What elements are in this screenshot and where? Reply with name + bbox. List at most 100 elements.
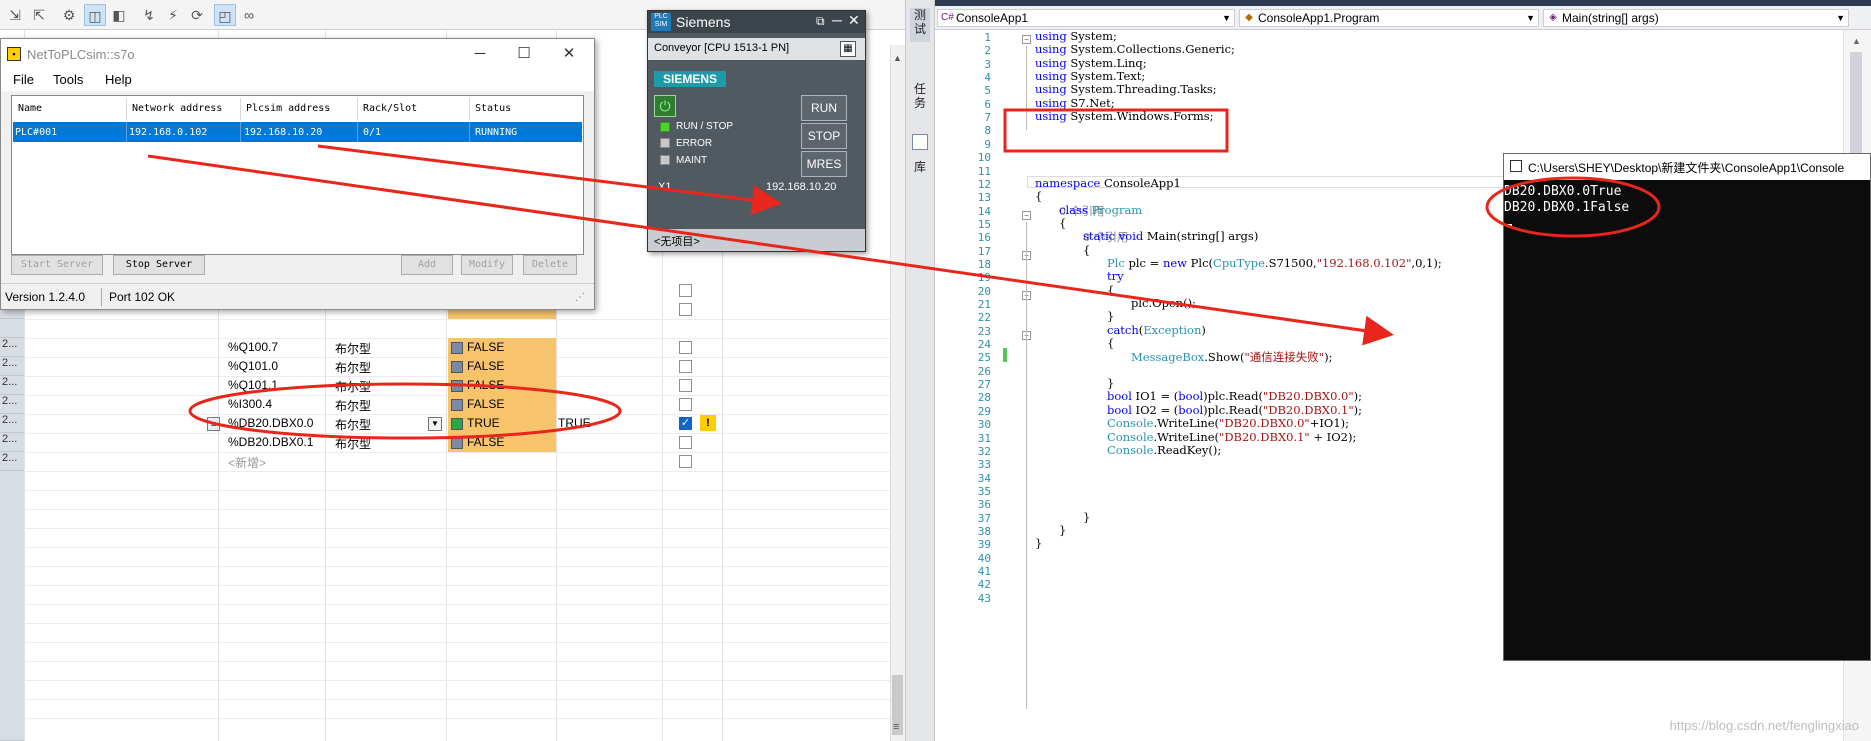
console-output-line: DB20.DBX0.1False (1504, 200, 1630, 215)
row-header[interactable]: 2... (0, 395, 24, 414)
column-network-address[interactable]: Network address (132, 103, 222, 114)
row-checkbox[interactable] (679, 379, 692, 392)
row-checkbox[interactable] (679, 360, 692, 373)
modify-trigger-icon[interactable]: ⚡ (162, 4, 184, 26)
modify-now-icon[interactable]: ⚙ (58, 4, 80, 26)
row-header[interactable]: 2... (0, 433, 24, 452)
maximize-icon[interactable]: ☐ (509, 43, 539, 65)
start-server-button[interactable]: Start Server (11, 255, 103, 275)
row-checkbox[interactable] (679, 455, 692, 468)
watch-table-scrollbar[interactable]: ▲ ≡ (890, 45, 905, 741)
menu-help[interactable]: Help (105, 72, 132, 87)
member-combo[interactable]: ◈ Main(string[] args) ▼ (1543, 9, 1849, 27)
restore-icon[interactable]: ⧉ (816, 14, 825, 29)
modify-value-cell[interactable]: TRUE (558, 416, 591, 430)
address-cell[interactable]: %I300.4 (228, 397, 272, 411)
add-button[interactable]: Add (401, 255, 453, 275)
resize-grip-icon[interactable]: ⋰ (575, 292, 585, 303)
plcsim-panel: PLC SIM Siemens ⧉ ─ ✕ Conveyor [CPU 1513… (647, 10, 866, 252)
display-format-cell[interactable]: 布尔型 (335, 378, 371, 395)
column-rack-slot[interactable]: Rack/Slot (363, 103, 417, 114)
glasses-icon[interactable]: ∞ (238, 4, 260, 26)
side-tab-test[interactable]: 测试 (910, 8, 930, 42)
status-bar: Version 1.2.4.0 Port 102 OK ⋰ (1, 283, 594, 309)
address-cell[interactable]: %Q101.1 (228, 378, 278, 392)
close-icon[interactable]: ✕ (848, 12, 860, 29)
column-name[interactable]: Name (18, 103, 42, 114)
version-label: Version 1.2.4.0 (5, 290, 86, 304)
add-row-icon[interactable]: ⇱ (28, 4, 50, 26)
project-combo[interactable]: C# ConsoleApp1 ▼ (937, 9, 1235, 27)
display-format-cell[interactable]: 布尔型 (335, 359, 371, 376)
address-cell[interactable]: %DB20.DBX0.0 (228, 416, 313, 430)
stop-button[interactable]: STOP (801, 123, 847, 149)
code-line: namespace ConsoleApp1 (1035, 175, 1181, 190)
close-icon[interactable]: ✕ (554, 43, 584, 65)
row-header[interactable]: 2... (0, 376, 24, 395)
modify-value-icon[interactable]: ↯ (138, 4, 160, 26)
code-line: Plc plc = new Plc(CpuType.S71500,"192.16… (1107, 255, 1442, 270)
row-header[interactable]: 2... (0, 452, 24, 471)
warning-icon: ! (700, 415, 716, 431)
row-header[interactable]: 2... (0, 357, 24, 376)
row-edit-icon[interactable]: ≡ (207, 417, 220, 431)
code-line: } (1059, 522, 1067, 537)
row-checkbox[interactable] (679, 284, 692, 297)
monitor-value: TRUE (467, 416, 500, 430)
modify-button[interactable]: Modify (461, 255, 513, 275)
line-number: 42 (977, 578, 991, 592)
monitor-state-icon (451, 361, 463, 373)
code-line: using System.Windows.Forms; (1035, 109, 1214, 124)
add-new-row[interactable]: <新增> (228, 454, 266, 471)
type-combo[interactable]: ◆ ConsoleApp1.Program ▼ (1239, 9, 1539, 27)
power-icon[interactable]: ⏻ (654, 95, 676, 117)
address-cell[interactable]: %DB20.DBX0.1 (228, 435, 313, 449)
row-checkbox-checked[interactable]: ✓ (679, 417, 692, 430)
monitor-value: FALSE (467, 435, 505, 449)
menu-tools[interactable]: Tools (53, 72, 83, 87)
side-tab-libraries[interactable]: 库 (910, 160, 930, 180)
monitor-once-icon[interactable]: ◧ (108, 4, 130, 26)
row-checkbox[interactable] (679, 436, 692, 449)
code-line: { (1059, 215, 1067, 230)
code-line: { (1035, 189, 1043, 204)
row-header[interactable]: 2... (0, 414, 24, 433)
display-format-cell[interactable]: 布尔型 (335, 340, 371, 357)
display-format-cell[interactable]: 布尔型 (335, 397, 371, 414)
display-format-cell[interactable]: 布尔型 (335, 416, 371, 433)
row-checkbox[interactable] (679, 303, 692, 316)
panel-view-icon[interactable]: ▦ (840, 41, 856, 57)
menu-file[interactable]: File (13, 72, 34, 87)
console-titlebar[interactable]: C:\Users\SHEY\Desktop\新建文件夹\ConsoleApp1\… (1504, 154, 1870, 180)
side-tab-tasks[interactable]: 任务 (910, 82, 930, 116)
delete-button[interactable]: Delete (523, 255, 577, 275)
server-list[interactable]: Name Network address Plcsim address Rack… (11, 95, 584, 255)
plcsim-titlebar[interactable]: PLC SIM Siemens ⧉ ─ ✕ (648, 11, 865, 33)
display-format-cell[interactable]: 布尔型 (335, 435, 371, 452)
column-status[interactable]: Status (475, 103, 511, 114)
stop-server-button[interactable]: Stop Server (113, 255, 205, 275)
address-cell[interactable]: %Q101.0 (228, 359, 278, 373)
library-icon[interactable] (912, 134, 928, 150)
column-plcsim-address[interactable]: Plcsim address (246, 103, 330, 114)
minimize-icon[interactable]: ─ (832, 12, 842, 28)
code-line: using System.Collections.Generic; (1035, 42, 1235, 57)
show-all-icon[interactable]: ◰ (214, 4, 236, 26)
row-checkbox[interactable] (679, 398, 692, 411)
code-line: bool IO2 = (bool)plc.Read("DB20.DBX0.1")… (1107, 402, 1363, 417)
port-status: Port 102 OK (109, 290, 176, 304)
line-number: 26 (977, 364, 991, 378)
row-header[interactable]: 2... (0, 338, 24, 357)
run-button[interactable]: RUN (801, 95, 847, 121)
code-line: using System.Text; (1035, 69, 1146, 84)
format-dropdown-icon[interactable]: ▼ (428, 417, 442, 431)
force-icon[interactable]: ⟳ (186, 4, 208, 26)
monitor-all-icon[interactable]: ◫ (84, 4, 106, 26)
address-cell[interactable]: %Q100.7 (228, 340, 278, 354)
minimize-icon[interactable]: ─ (465, 43, 495, 65)
mres-button[interactable]: MRES (801, 151, 847, 177)
plcsim-title: Siemens (676, 14, 731, 30)
insert-row-icon[interactable]: ⇲ (4, 4, 26, 26)
nettoplcsim-titlebar[interactable]: ▪ NetToPLCsim::s7o ─ ☐ ✕ (1, 39, 594, 69)
row-checkbox[interactable] (679, 341, 692, 354)
